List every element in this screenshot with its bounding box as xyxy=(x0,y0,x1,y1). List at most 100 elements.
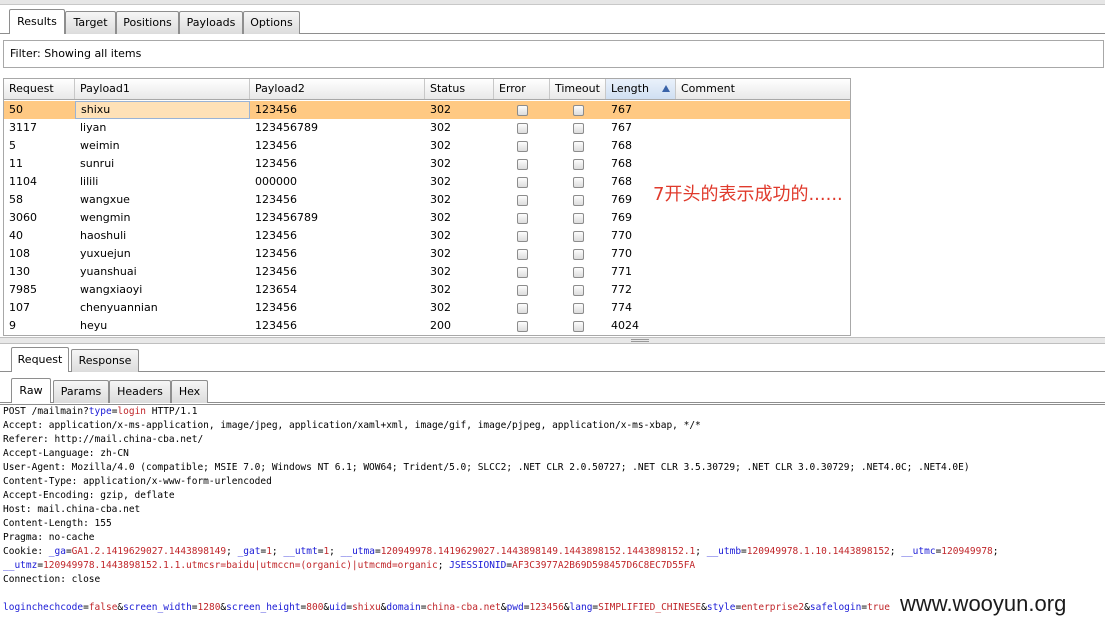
table-header: Request Payload1 Payload2 Status Error T… xyxy=(4,79,850,100)
tab-results[interactable]: Results xyxy=(9,9,65,34)
table-row[interactable]: 11 sunrui 123456 302 768 xyxy=(4,155,850,173)
filter-bar[interactable]: Filter: Showing all items xyxy=(3,40,1104,68)
error-checkbox[interactable] xyxy=(517,249,528,260)
cell-status: 302 xyxy=(430,157,451,170)
error-checkbox[interactable] xyxy=(517,123,528,134)
request-line: Accept-Encoding: gzip, deflate xyxy=(3,490,175,501)
cell-status: 302 xyxy=(430,103,451,116)
table-row[interactable]: 50 shixu 123456 302 767 xyxy=(4,101,850,119)
column-length-label: Length xyxy=(611,82,649,95)
cell-status: 302 xyxy=(430,301,451,314)
cell-payload1: shixu xyxy=(75,101,250,119)
cell-payload1: chenyuannian xyxy=(80,301,158,314)
cell-payload1: yuxuejun xyxy=(80,247,131,260)
tab-params[interactable]: Params xyxy=(53,380,109,403)
column-payload1[interactable]: Payload1 xyxy=(75,79,250,99)
cell-payload2: 123456 xyxy=(255,247,297,260)
request-line: Cookie: _ga=GA1.2.1419629027.1443898149;… xyxy=(3,546,999,557)
column-comment[interactable]: Comment xyxy=(676,79,850,99)
cell-status: 302 xyxy=(430,175,451,188)
table-row[interactable]: 3117 liyan 123456789 302 767 xyxy=(4,119,850,137)
error-checkbox[interactable] xyxy=(517,105,528,116)
table-row[interactable]: 107 chenyuannian 123456 302 774 xyxy=(4,299,850,317)
cell-length: 769 xyxy=(611,211,632,224)
error-checkbox[interactable] xyxy=(517,321,528,332)
cell-length: 771 xyxy=(611,265,632,278)
cell-length: 767 xyxy=(611,103,632,116)
timeout-checkbox[interactable] xyxy=(573,159,584,170)
cell-payload2: 123456 xyxy=(255,139,297,152)
table-row[interactable]: 108 yuxuejun 123456 302 770 xyxy=(4,245,850,263)
error-checkbox[interactable] xyxy=(517,303,528,314)
column-status[interactable]: Status xyxy=(425,79,494,99)
table-row[interactable]: 5 weimin 123456 302 768 xyxy=(4,137,850,155)
timeout-checkbox[interactable] xyxy=(573,141,584,152)
cell-payload1: wangxiaoyi xyxy=(80,283,143,296)
error-checkbox[interactable] xyxy=(517,285,528,296)
error-checkbox[interactable] xyxy=(517,267,528,278)
tab-headers[interactable]: Headers xyxy=(109,380,171,403)
cell-status: 302 xyxy=(430,229,451,242)
timeout-checkbox[interactable] xyxy=(573,303,584,314)
cell-request: 3060 xyxy=(9,211,37,224)
cell-status: 302 xyxy=(430,247,451,260)
error-checkbox[interactable] xyxy=(517,231,528,242)
table-row[interactable]: 40 haoshuli 123456 302 770 xyxy=(4,227,850,245)
cell-payload1: liyan xyxy=(80,121,107,134)
column-request[interactable]: Request xyxy=(4,79,75,99)
cell-length: 768 xyxy=(611,139,632,152)
table-row[interactable]: 7985 wangxiaoyi 123654 302 772 xyxy=(4,281,850,299)
cell-status: 302 xyxy=(430,121,451,134)
tab-positions[interactable]: Positions xyxy=(116,11,179,34)
timeout-checkbox[interactable] xyxy=(573,321,584,332)
cell-request: 130 xyxy=(9,265,30,278)
request-line: Referer: http://mail.china-cba.net/ xyxy=(3,434,204,445)
column-error[interactable]: Error xyxy=(494,79,550,99)
timeout-checkbox[interactable] xyxy=(573,213,584,224)
cell-payload2: 123456 xyxy=(255,319,297,332)
tab-target[interactable]: Target xyxy=(65,11,116,34)
cell-request: 40 xyxy=(9,229,23,242)
timeout-checkbox[interactable] xyxy=(573,249,584,260)
cell-length: 772 xyxy=(611,283,632,296)
tab-raw[interactable]: Raw xyxy=(11,378,51,403)
cell-length: 768 xyxy=(611,157,632,170)
request-line: Content-Length: 155 xyxy=(3,518,112,529)
cell-request: 107 xyxy=(9,301,30,314)
tab-response[interactable]: Response xyxy=(71,349,139,372)
table-row[interactable]: 130 yuanshuai 123456 302 771 xyxy=(4,263,850,281)
timeout-checkbox[interactable] xyxy=(573,231,584,242)
divider-grip-icon[interactable] xyxy=(631,339,649,342)
error-checkbox[interactable] xyxy=(517,177,528,188)
timeout-checkbox[interactable] xyxy=(573,123,584,134)
request-line: Accept: application/x-ms-application, im… xyxy=(3,420,701,431)
column-length[interactable]: Length xyxy=(606,79,676,99)
column-payload2[interactable]: Payload2 xyxy=(250,79,425,99)
cell-payload1: wengmin xyxy=(80,211,131,224)
table-row[interactable]: 9 heyu 123456 200 4024 xyxy=(4,317,850,335)
tab-options[interactable]: Options xyxy=(243,11,300,34)
timeout-checkbox[interactable] xyxy=(573,177,584,188)
cell-payload1: haoshuli xyxy=(80,229,127,242)
table-row[interactable]: 3060 wengmin 123456789 302 769 xyxy=(4,209,850,227)
timeout-checkbox[interactable] xyxy=(573,267,584,278)
cell-payload2: 000000 xyxy=(255,175,297,188)
error-checkbox[interactable] xyxy=(517,195,528,206)
message-tab-bar: Request Response xyxy=(0,347,1105,372)
tab-payloads[interactable]: Payloads xyxy=(179,11,243,34)
tab-hex[interactable]: Hex xyxy=(171,380,208,403)
timeout-checkbox[interactable] xyxy=(573,105,584,116)
split-pane-divider[interactable] xyxy=(0,337,1105,344)
cell-payload2: 123456 xyxy=(255,265,297,278)
timeout-checkbox[interactable] xyxy=(573,285,584,296)
request-line: Connection: close xyxy=(3,574,101,585)
error-checkbox[interactable] xyxy=(517,159,528,170)
cell-length: 774 xyxy=(611,301,632,314)
tab-request[interactable]: Request xyxy=(11,347,69,372)
error-checkbox[interactable] xyxy=(517,141,528,152)
column-timeout[interactable]: Timeout xyxy=(550,79,606,99)
error-checkbox[interactable] xyxy=(517,213,528,224)
cell-length: 767 xyxy=(611,121,632,134)
cell-payload2: 123456 xyxy=(255,229,297,242)
timeout-checkbox[interactable] xyxy=(573,195,584,206)
